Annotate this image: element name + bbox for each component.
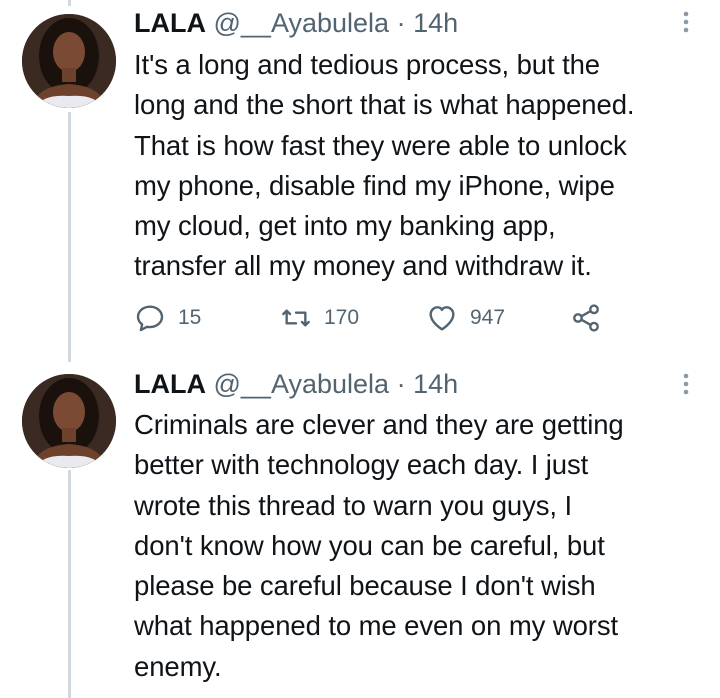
like-count: 947 bbox=[470, 306, 506, 329]
tweet-text-line: Criminals are clever and they are gettin… bbox=[134, 409, 624, 440]
share-icon bbox=[573, 304, 599, 332]
retweet-count: 170 bbox=[324, 306, 360, 329]
author-handle[interactable]: @__Ayabulela bbox=[214, 8, 390, 38]
retweet-button[interactable]: 170 bbox=[280, 300, 359, 336]
tweet-text-line: please be careful because I don't wish bbox=[134, 570, 596, 602]
timestamp[interactable]: 14h bbox=[413, 8, 458, 38]
avatar[interactable] bbox=[22, 14, 116, 108]
retweet-icon bbox=[282, 309, 310, 327]
more-options-button[interactable] bbox=[676, 8, 696, 38]
heart-icon bbox=[429, 306, 455, 331]
tweet-text: Criminals are clever and they are gettin… bbox=[134, 405, 704, 687]
tweet-1[interactable]: LALA @__Ayabulela · 14h It's a long and … bbox=[0, 0, 720, 360]
tweet-text-line: It's a long and tedious process, but the bbox=[134, 49, 600, 80]
tweet-text-line: don't know how you can be careful, but bbox=[134, 529, 605, 561]
share-button[interactable] bbox=[570, 300, 602, 336]
tweet-text-line: my phone, disable find my iPhone, wipe bbox=[134, 169, 615, 201]
tweet-text-line: enemy. bbox=[134, 650, 222, 682]
timestamp[interactable]: 14h bbox=[413, 369, 458, 399]
avatar-image bbox=[22, 374, 116, 468]
more-vertical-icon bbox=[683, 373, 689, 395]
tweet-text-line: That is how fast they were able to unloc… bbox=[134, 129, 627, 161]
reply-count: 15 bbox=[178, 306, 202, 329]
tweet-header: LALA @__Ayabulela · 14h bbox=[134, 367, 458, 401]
like-button[interactable]: 947 bbox=[426, 300, 505, 336]
tweet-text-line: transfer all my money and withdraw it. bbox=[134, 250, 592, 282]
more-options-button[interactable] bbox=[676, 370, 696, 400]
author-handle[interactable]: @__Ayabulela bbox=[214, 369, 390, 399]
tweet-text-line: what happened to me even on my worst bbox=[134, 610, 619, 642]
separator-dot: · bbox=[396, 369, 406, 399]
reply-icon bbox=[136, 305, 164, 332]
tweet-text-line: long and the short that is what happened… bbox=[134, 89, 635, 121]
more-vertical-icon bbox=[683, 11, 689, 33]
reply-button[interactable]: 15 bbox=[134, 300, 201, 336]
tweet-text: It's a long and tedious process, but the… bbox=[134, 45, 704, 287]
tweet-actions: 15 170 947 bbox=[134, 300, 614, 336]
avatar[interactable] bbox=[22, 374, 116, 468]
tweet-text-line: better with technology each day. I just bbox=[134, 449, 589, 481]
avatar-image bbox=[22, 14, 116, 108]
tweet-text-line: wrote this thread to warn you guys, I bbox=[134, 489, 573, 521]
separator-dot: · bbox=[396, 8, 406, 38]
author-name[interactable]: LALA bbox=[134, 369, 206, 399]
tweet-text-line: my cloud, get into my banking app, bbox=[134, 210, 556, 242]
tweet-2[interactable]: LALA @__Ayabulela · 14h Criminals are cl… bbox=[0, 360, 720, 698]
tweet-header: LALA @__Ayabulela · 14h bbox=[134, 6, 458, 40]
author-name[interactable]: LALA bbox=[134, 8, 206, 38]
